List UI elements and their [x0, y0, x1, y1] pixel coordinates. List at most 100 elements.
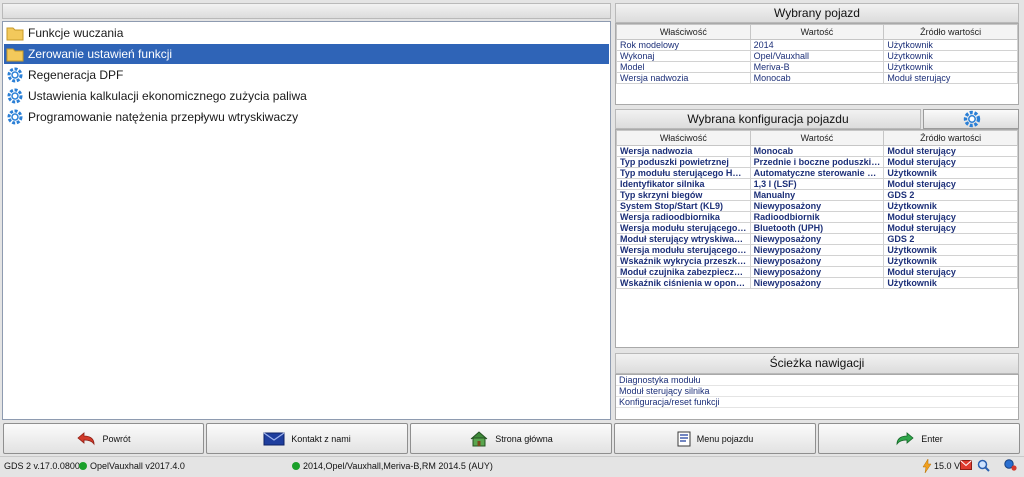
- tree-item-label: Ustawienia kalkulacji ekonomicznego zuży…: [28, 89, 307, 103]
- back-button-label: Powrót: [102, 433, 131, 444]
- table-cell: Wersja nadwozia: [616, 145, 751, 157]
- tree-item-label: Programowanie natężenia przepływu wtrysk…: [28, 110, 299, 124]
- navigation-path-title: Ścieżka nawigacji: [615, 353, 1019, 374]
- table-row[interactable]: Model Meriva-B Użytkownik: [616, 61, 1018, 73]
- table-cell: Automatyczne sterowanie dwustr...: [749, 167, 885, 179]
- column-header[interactable]: Źródło wartości: [883, 24, 1018, 40]
- table-cell: Moduł sterujący: [883, 156, 1018, 168]
- table-cell: Wskaźnik wykrycia przeszkody z ...: [616, 255, 751, 267]
- table-row[interactable]: Wersja modułu sterującego wspo...Niewypo…: [616, 244, 1018, 256]
- voltage-readout: 15.0 V: [934, 461, 961, 471]
- status-ok-icon: [79, 462, 87, 470]
- enter-button[interactable]: Enter: [818, 423, 1020, 454]
- table-cell: GDS 2: [883, 233, 1018, 245]
- table-cell: Monocab: [749, 145, 885, 157]
- refresh-config-button[interactable]: [923, 109, 1019, 129]
- table-cell: Moduł sterujący: [883, 72, 1018, 84]
- table-cell: Przednie i boczne poduszki powiet...: [749, 156, 885, 168]
- back-button[interactable]: Powrót: [3, 423, 204, 454]
- tree-item-fuel-economy[interactable]: Ustawienia kalkulacji ekonomicznego zuży…: [4, 86, 609, 106]
- selected-vehicle-title: Wybrany pojazd: [615, 3, 1019, 23]
- vehicle-config-table: Właściwość Wartość Źródło wartości Wersj…: [616, 130, 1018, 289]
- tree-item-learning-functions[interactable]: Funkcje wuczania: [4, 23, 609, 43]
- tree-item-dpf-regeneration[interactable]: Regeneracja DPF: [4, 65, 609, 85]
- column-header[interactable]: Wartość: [749, 24, 885, 40]
- table-cell: Użytkownik: [883, 277, 1018, 289]
- back-arrow-icon: [77, 431, 95, 445]
- home-icon: [470, 430, 488, 446]
- breadcrumb-item: Konfiguracja/reset funkcji: [616, 397, 1018, 408]
- table-row[interactable]: Wersja radioodbiornika Radioodbiornik Modu…: [616, 211, 1018, 223]
- table-cell: Typ poduszki powietrznej: [616, 156, 751, 168]
- gear-icon: [7, 67, 23, 83]
- table-row[interactable]: Wskaźnik ciśnienia w oponach (U...Niewyp…: [616, 277, 1018, 289]
- home-button-label: Strona główna: [495, 433, 553, 444]
- table-row[interactable]: Rok modelowy 2014 Użytkownik: [616, 39, 1018, 51]
- table-row[interactable]: Wersja nadwozia Monocab Moduł sterujący: [616, 72, 1018, 84]
- vehicle-status: 2014,Opel/Vauxhall,Meriva-B,RM 2014.5 (A…: [292, 461, 493, 471]
- table-cell: Typ modułu sterującego HVAC: [616, 167, 751, 179]
- table-cell: 1,3 l (LSF): [749, 178, 885, 190]
- record-icon[interactable]: [1004, 459, 1018, 474]
- table-row[interactable]: Wersja modułu sterującego telefo...Bluet…: [616, 222, 1018, 234]
- table-cell: Model: [616, 61, 751, 73]
- column-header[interactable]: Wartość: [749, 130, 885, 146]
- table-row[interactable]: Wersja nadwozia Monocab Moduł sterujący: [616, 145, 1018, 157]
- vehicle-menu-button-label: Menu pojazdu: [696, 433, 754, 444]
- gear-icon: [7, 109, 23, 125]
- table-row[interactable]: System Stop/Start (KL9) Niewyposażony Użyt…: [616, 200, 1018, 212]
- table-row[interactable]: Moduł czujnika zabezpieczenia wn...Niewy…: [616, 266, 1018, 278]
- brand-status-text: OpelVauxhall v2017.4.0: [90, 461, 185, 471]
- breadcrumb-item: Diagnostyka modułu: [616, 375, 1018, 386]
- tree-item-reset-settings[interactable]: Zerowanie ustawień funkcji: [4, 44, 609, 64]
- table-cell: Niewyposażony: [749, 255, 885, 267]
- table-cell: Niewyposażony: [749, 200, 885, 212]
- table-cell: Wersja modułu sterującego telefo...: [616, 222, 751, 234]
- table-cell: Rok modelowy: [616, 39, 751, 51]
- vehicle-menu-icon: [677, 431, 691, 446]
- mail-alert-icon[interactable]: [960, 460, 972, 472]
- envelope-icon: [263, 432, 285, 445]
- gear-icon: [7, 88, 23, 104]
- contact-button[interactable]: Kontakt z nami: [206, 423, 408, 454]
- table-cell: System Stop/Start (KL9): [616, 200, 751, 212]
- table-row[interactable]: Identyfikator silnika 1,3 l (LSF) Moduł st…: [616, 178, 1018, 190]
- table-cell: Bluetooth (UPH): [749, 222, 885, 234]
- home-button[interactable]: Strona główna: [410, 423, 612, 454]
- table-cell: Niewyposażony: [749, 244, 885, 256]
- enter-button-label: Enter: [921, 433, 943, 444]
- table-row[interactable]: Typ skrzyni biegów Manualny GDS 2: [616, 189, 1018, 201]
- table-cell: Radioodbiornik: [749, 211, 885, 223]
- function-tree[interactable]: Funkcje wuczania Zerowanie ustawień funk…: [2, 21, 611, 420]
- selected-vehicle-table: Właściwość Wartość Źródło wartości Rok m…: [616, 24, 1018, 84]
- column-header[interactable]: Właściwość: [616, 130, 751, 146]
- column-header[interactable]: Właściwość: [616, 24, 751, 40]
- gear-icon: [963, 110, 981, 128]
- status-ok-icon: [292, 462, 300, 470]
- table-row[interactable]: Typ poduszki powietrznej Przednie i boczn…: [616, 156, 1018, 168]
- search-icon[interactable]: [977, 459, 990, 474]
- table-cell: Moduł sterujący: [883, 222, 1018, 234]
- table-cell: Użytkownik: [883, 244, 1018, 256]
- tree-item-injector-flow[interactable]: Programowanie natężenia przepływu wtrysk…: [4, 107, 609, 127]
- table-cell: Wersja modułu sterującego wspo...: [616, 244, 751, 256]
- table-cell: Niewyposażony: [749, 277, 885, 289]
- table-cell: Wersja radioodbiornika: [616, 211, 751, 223]
- table-cell: Moduł czujnika zabezpieczenia wn...: [616, 266, 751, 278]
- app-version: GDS 2 v.17.0.08000: [4, 461, 85, 471]
- vehicle-config-panel[interactable]: Właściwość Wartość Źródło wartości Wersj…: [615, 129, 1019, 348]
- tree-header: [2, 3, 611, 19]
- table-cell: Identyfikator silnika: [616, 178, 751, 190]
- navigation-path-panel: Diagnostyka modułu Moduł sterujący silni…: [615, 374, 1019, 420]
- column-header[interactable]: Źródło wartości: [883, 130, 1018, 146]
- table-row[interactable]: Moduł sterujący wtryskiwaczy pali...Niew…: [616, 233, 1018, 245]
- contact-button-label: Kontakt z nami: [291, 433, 351, 444]
- table-row[interactable]: Wskaźnik wykrycia przeszkody z ...Niewyp…: [616, 255, 1018, 267]
- vehicle-menu-button[interactable]: Menu pojazdu: [614, 423, 816, 454]
- table-cell: Niewyposażony: [749, 266, 885, 278]
- folder-icon: [6, 48, 24, 62]
- table-row[interactable]: Typ modułu sterującego HVAC Automatyczne …: [616, 167, 1018, 179]
- table-row[interactable]: Wykonaj Opel/Vauxhall Użytkownik: [616, 50, 1018, 62]
- table-cell: Użytkownik: [883, 61, 1018, 73]
- table-cell: Użytkownik: [883, 200, 1018, 212]
